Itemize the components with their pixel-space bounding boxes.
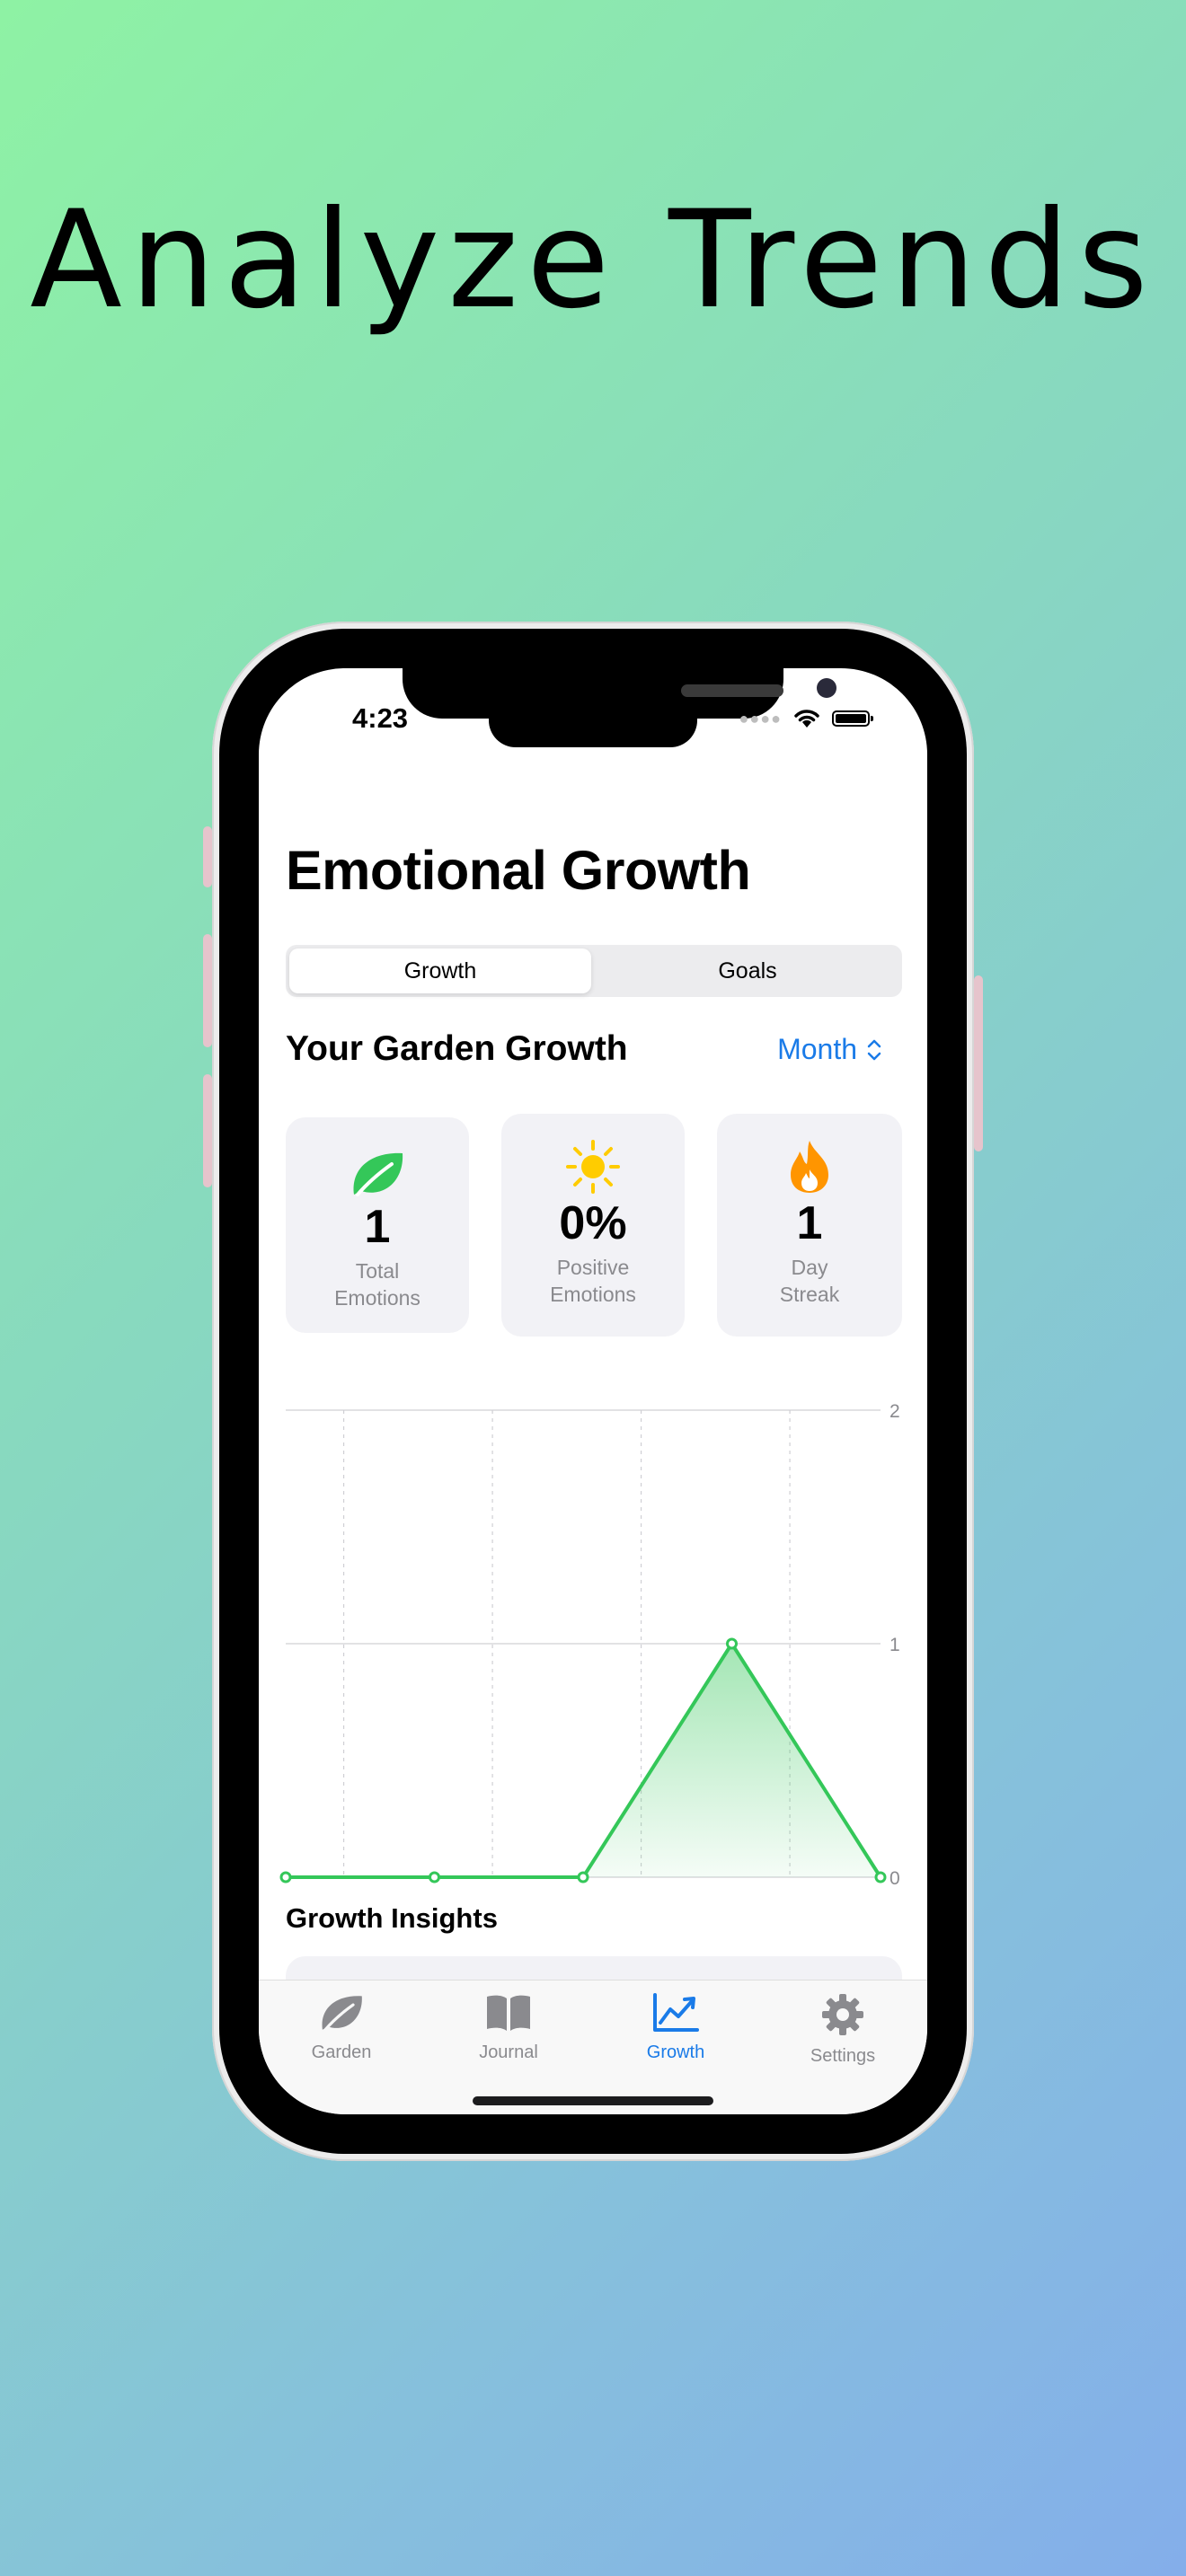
cellular-signal-icon: ●●●● [739, 709, 782, 728]
headline: Analyze Trends [30, 182, 1156, 339]
segment-growth[interactable]: Growth [289, 948, 591, 993]
front-camera [817, 678, 836, 698]
volume-down-button [203, 1074, 212, 1187]
wifi-icon [794, 710, 819, 728]
flame-icon [791, 1141, 828, 1193]
status-time: 4:23 [352, 702, 409, 734]
insights-title: Growth Insights [286, 1902, 498, 1934]
y-tick-label: 1 [890, 1635, 900, 1655]
power-button [974, 975, 983, 1151]
stat-label: Day Streak [779, 1256, 840, 1307]
sun-icon [566, 1140, 620, 1194]
tab-garden[interactable]: Garden [270, 1993, 413, 2063]
dynamic-notch [489, 715, 697, 747]
y-tick-label: 0 [890, 1868, 900, 1889]
phone-screen: 4:23 ●●●● Emotional Growth Growth Goals … [259, 668, 927, 2114]
data-point [429, 1871, 440, 1883]
data-point [874, 1871, 887, 1883]
stat-label: Positive Emotions [550, 1256, 636, 1307]
tab-label: Journal [479, 2042, 538, 2062]
y-tick-label: 2 [890, 1401, 900, 1422]
tab-journal[interactable]: Journal [437, 1993, 580, 2063]
page-title: Emotional Growth [286, 840, 751, 901]
silent-switch [203, 826, 212, 887]
book-icon [487, 1995, 530, 2031]
tab-bar: Garden Journal Growth Settings [259, 1980, 927, 2114]
data-point [577, 1871, 589, 1883]
stat-card-positive-emotions: 0% Positive Emotions [501, 1114, 685, 1337]
stat-value: 0% [559, 1197, 627, 1249]
volume-up-button [203, 934, 212, 1047]
tab-growth[interactable]: Growth [604, 1993, 748, 2063]
stat-card-total-emotions: 1 Total Emotions [286, 1117, 469, 1333]
data-point [726, 1637, 738, 1650]
growth-chart: 012291623 [279, 1401, 900, 1889]
chevron-up-down-icon [867, 1039, 881, 1060]
leaf-icon [322, 1996, 362, 2032]
gear-icon [822, 1994, 863, 2035]
series-area [286, 1644, 881, 1877]
tab-label: Settings [810, 2046, 876, 2066]
data-point [279, 1871, 292, 1883]
status-icons: ●●●● [739, 708, 873, 729]
stat-value: 1 [364, 1201, 391, 1253]
battery-icon [832, 710, 873, 727]
segment-goals[interactable]: Goals [597, 948, 898, 993]
stat-label: Total Emotions [334, 1259, 420, 1310]
stat-value: 1 [796, 1197, 823, 1249]
period-picker[interactable]: Month [777, 1033, 882, 1066]
tab-settings[interactable]: Settings [771, 1993, 915, 2067]
chart-icon [653, 1993, 699, 2032]
section-title: Your Garden Growth [286, 1029, 628, 1068]
stat-card-day-streak: 1 Day Streak [717, 1114, 902, 1337]
tab-label: Garden [311, 2042, 372, 2062]
notch [403, 668, 836, 719]
speaker-grille [681, 684, 783, 697]
period-label: Month [777, 1033, 857, 1065]
segmented-control: Growth Goals [286, 945, 902, 997]
leaf-icon [353, 1152, 403, 1196]
tab-label: Growth [646, 2042, 705, 2062]
home-indicator [473, 2096, 713, 2105]
